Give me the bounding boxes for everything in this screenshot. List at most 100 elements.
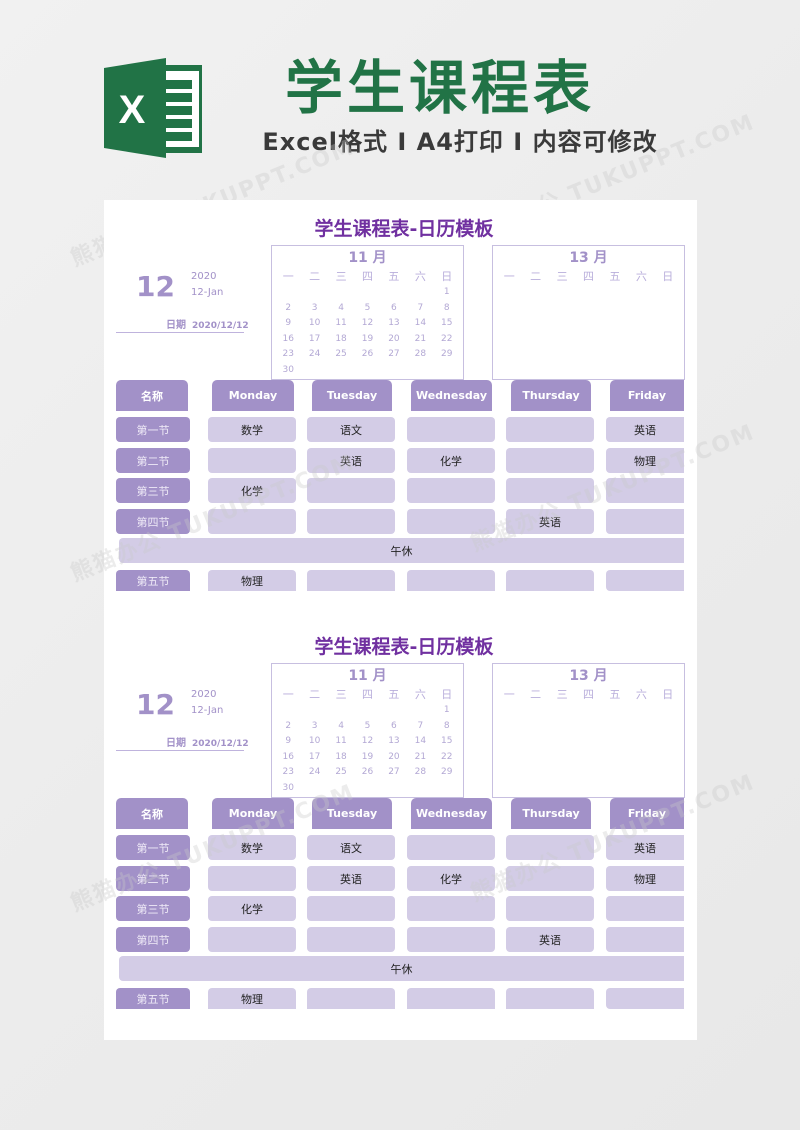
- class-cell[interactable]: [506, 988, 594, 1009]
- class-cell[interactable]: [606, 570, 684, 591]
- class-cell[interactable]: [307, 570, 395, 591]
- calendar-day[interactable]: 12: [354, 734, 380, 750]
- calendar-day[interactable]: 22: [434, 332, 460, 348]
- class-cell[interactable]: [506, 478, 594, 503]
- class-cell[interactable]: 语文: [307, 417, 395, 442]
- calendar-day[interactable]: 26: [354, 765, 380, 781]
- calendar-day[interactable]: 8: [434, 301, 460, 317]
- class-cell[interactable]: [307, 896, 395, 921]
- class-cell[interactable]: [506, 448, 594, 473]
- class-cell[interactable]: 英语: [606, 417, 684, 442]
- calendar-day[interactable]: 20: [381, 332, 407, 348]
- class-cell[interactable]: [606, 509, 684, 534]
- calendar-day[interactable]: 27: [381, 347, 407, 363]
- class-cell[interactable]: 英语: [506, 509, 594, 534]
- class-cell[interactable]: [407, 988, 495, 1009]
- calendar-day[interactable]: 7: [407, 301, 433, 317]
- calendar-day[interactable]: 11: [328, 316, 354, 332]
- calendar-day[interactable]: 10: [301, 734, 327, 750]
- calendar-day[interactable]: 1: [434, 703, 460, 719]
- class-cell[interactable]: 数学: [208, 417, 296, 442]
- calendar-day[interactable]: 30: [275, 781, 301, 797]
- class-cell[interactable]: [606, 896, 684, 921]
- calendar-day[interactable]: 21: [407, 750, 433, 766]
- calendar-day[interactable]: 12: [354, 316, 380, 332]
- calendar-day[interactable]: 5: [354, 719, 380, 735]
- calendar-day[interactable]: 2: [275, 719, 301, 735]
- class-cell[interactable]: [506, 866, 594, 891]
- calendar-day[interactable]: 17: [301, 332, 327, 348]
- class-cell[interactable]: [407, 927, 495, 952]
- calendar-day[interactable]: 18: [328, 332, 354, 348]
- class-cell[interactable]: [407, 570, 495, 591]
- calendar-day[interactable]: 29: [434, 765, 460, 781]
- class-cell[interactable]: 化学: [407, 448, 495, 473]
- class-cell[interactable]: [606, 478, 684, 503]
- calendar-day[interactable]: 22: [434, 750, 460, 766]
- calendar-day[interactable]: 28: [407, 347, 433, 363]
- calendar-day[interactable]: 21: [407, 332, 433, 348]
- calendar-day[interactable]: 3: [301, 301, 327, 317]
- class-cell[interactable]: [407, 509, 495, 534]
- class-cell[interactable]: 物理: [208, 988, 296, 1009]
- calendar-day[interactable]: 11: [328, 734, 354, 750]
- calendar-day[interactable]: 10: [301, 316, 327, 332]
- class-cell[interactable]: [407, 835, 495, 860]
- calendar-day[interactable]: 17: [301, 750, 327, 766]
- calendar-day[interactable]: 9: [275, 734, 301, 750]
- calendar-day[interactable]: 2: [275, 301, 301, 317]
- class-cell[interactable]: [307, 478, 395, 503]
- class-cell[interactable]: [407, 896, 495, 921]
- calendar-day[interactable]: 5: [354, 301, 380, 317]
- calendar-day[interactable]: 3: [301, 719, 327, 735]
- class-cell[interactable]: [506, 417, 594, 442]
- calendar-day[interactable]: 9: [275, 316, 301, 332]
- calendar-day[interactable]: 28: [407, 765, 433, 781]
- class-cell[interactable]: 语文: [307, 835, 395, 860]
- calendar-day[interactable]: 30: [275, 363, 301, 379]
- calendar-day[interactable]: 24: [301, 347, 327, 363]
- class-cell[interactable]: 数学: [208, 835, 296, 860]
- calendar-day[interactable]: 7: [407, 719, 433, 735]
- class-cell[interactable]: [307, 988, 395, 1009]
- class-cell[interactable]: [307, 509, 395, 534]
- calendar-day[interactable]: 1: [434, 285, 460, 301]
- class-cell[interactable]: 化学: [407, 866, 495, 891]
- calendar-day[interactable]: 25: [328, 347, 354, 363]
- class-cell[interactable]: [208, 927, 296, 952]
- calendar-day[interactable]: 16: [275, 750, 301, 766]
- class-cell[interactable]: 英语: [307, 448, 395, 473]
- calendar-day[interactable]: 20: [381, 750, 407, 766]
- calendar-day[interactable]: 8: [434, 719, 460, 735]
- class-cell[interactable]: [506, 835, 594, 860]
- class-cell[interactable]: 英语: [606, 835, 684, 860]
- class-cell[interactable]: [208, 448, 296, 473]
- class-cell[interactable]: [407, 417, 495, 442]
- calendar-day[interactable]: 29: [434, 347, 460, 363]
- calendar-day[interactable]: 26: [354, 347, 380, 363]
- calendar-day[interactable]: 6: [381, 301, 407, 317]
- class-cell[interactable]: [606, 927, 684, 952]
- class-cell[interactable]: 物理: [606, 448, 684, 473]
- calendar-day[interactable]: 14: [407, 316, 433, 332]
- class-cell[interactable]: 化学: [208, 478, 296, 503]
- calendar-day[interactable]: 18: [328, 750, 354, 766]
- calendar-day[interactable]: 6: [381, 719, 407, 735]
- class-cell[interactable]: 物理: [208, 570, 296, 591]
- class-cell[interactable]: 物理: [606, 866, 684, 891]
- calendar-day[interactable]: 27: [381, 765, 407, 781]
- calendar-day[interactable]: 25: [328, 765, 354, 781]
- calendar-day[interactable]: 13: [381, 316, 407, 332]
- calendar-day[interactable]: 15: [434, 316, 460, 332]
- class-cell[interactable]: [606, 988, 684, 1009]
- calendar-day[interactable]: 24: [301, 765, 327, 781]
- class-cell[interactable]: [407, 478, 495, 503]
- calendar-day[interactable]: 23: [275, 765, 301, 781]
- class-cell[interactable]: [307, 927, 395, 952]
- calendar-day[interactable]: 19: [354, 332, 380, 348]
- class-cell[interactable]: [506, 570, 594, 591]
- calendar-day[interactable]: 19: [354, 750, 380, 766]
- class-cell[interactable]: [208, 866, 296, 891]
- class-cell[interactable]: 英语: [506, 927, 594, 952]
- calendar-day[interactable]: 15: [434, 734, 460, 750]
